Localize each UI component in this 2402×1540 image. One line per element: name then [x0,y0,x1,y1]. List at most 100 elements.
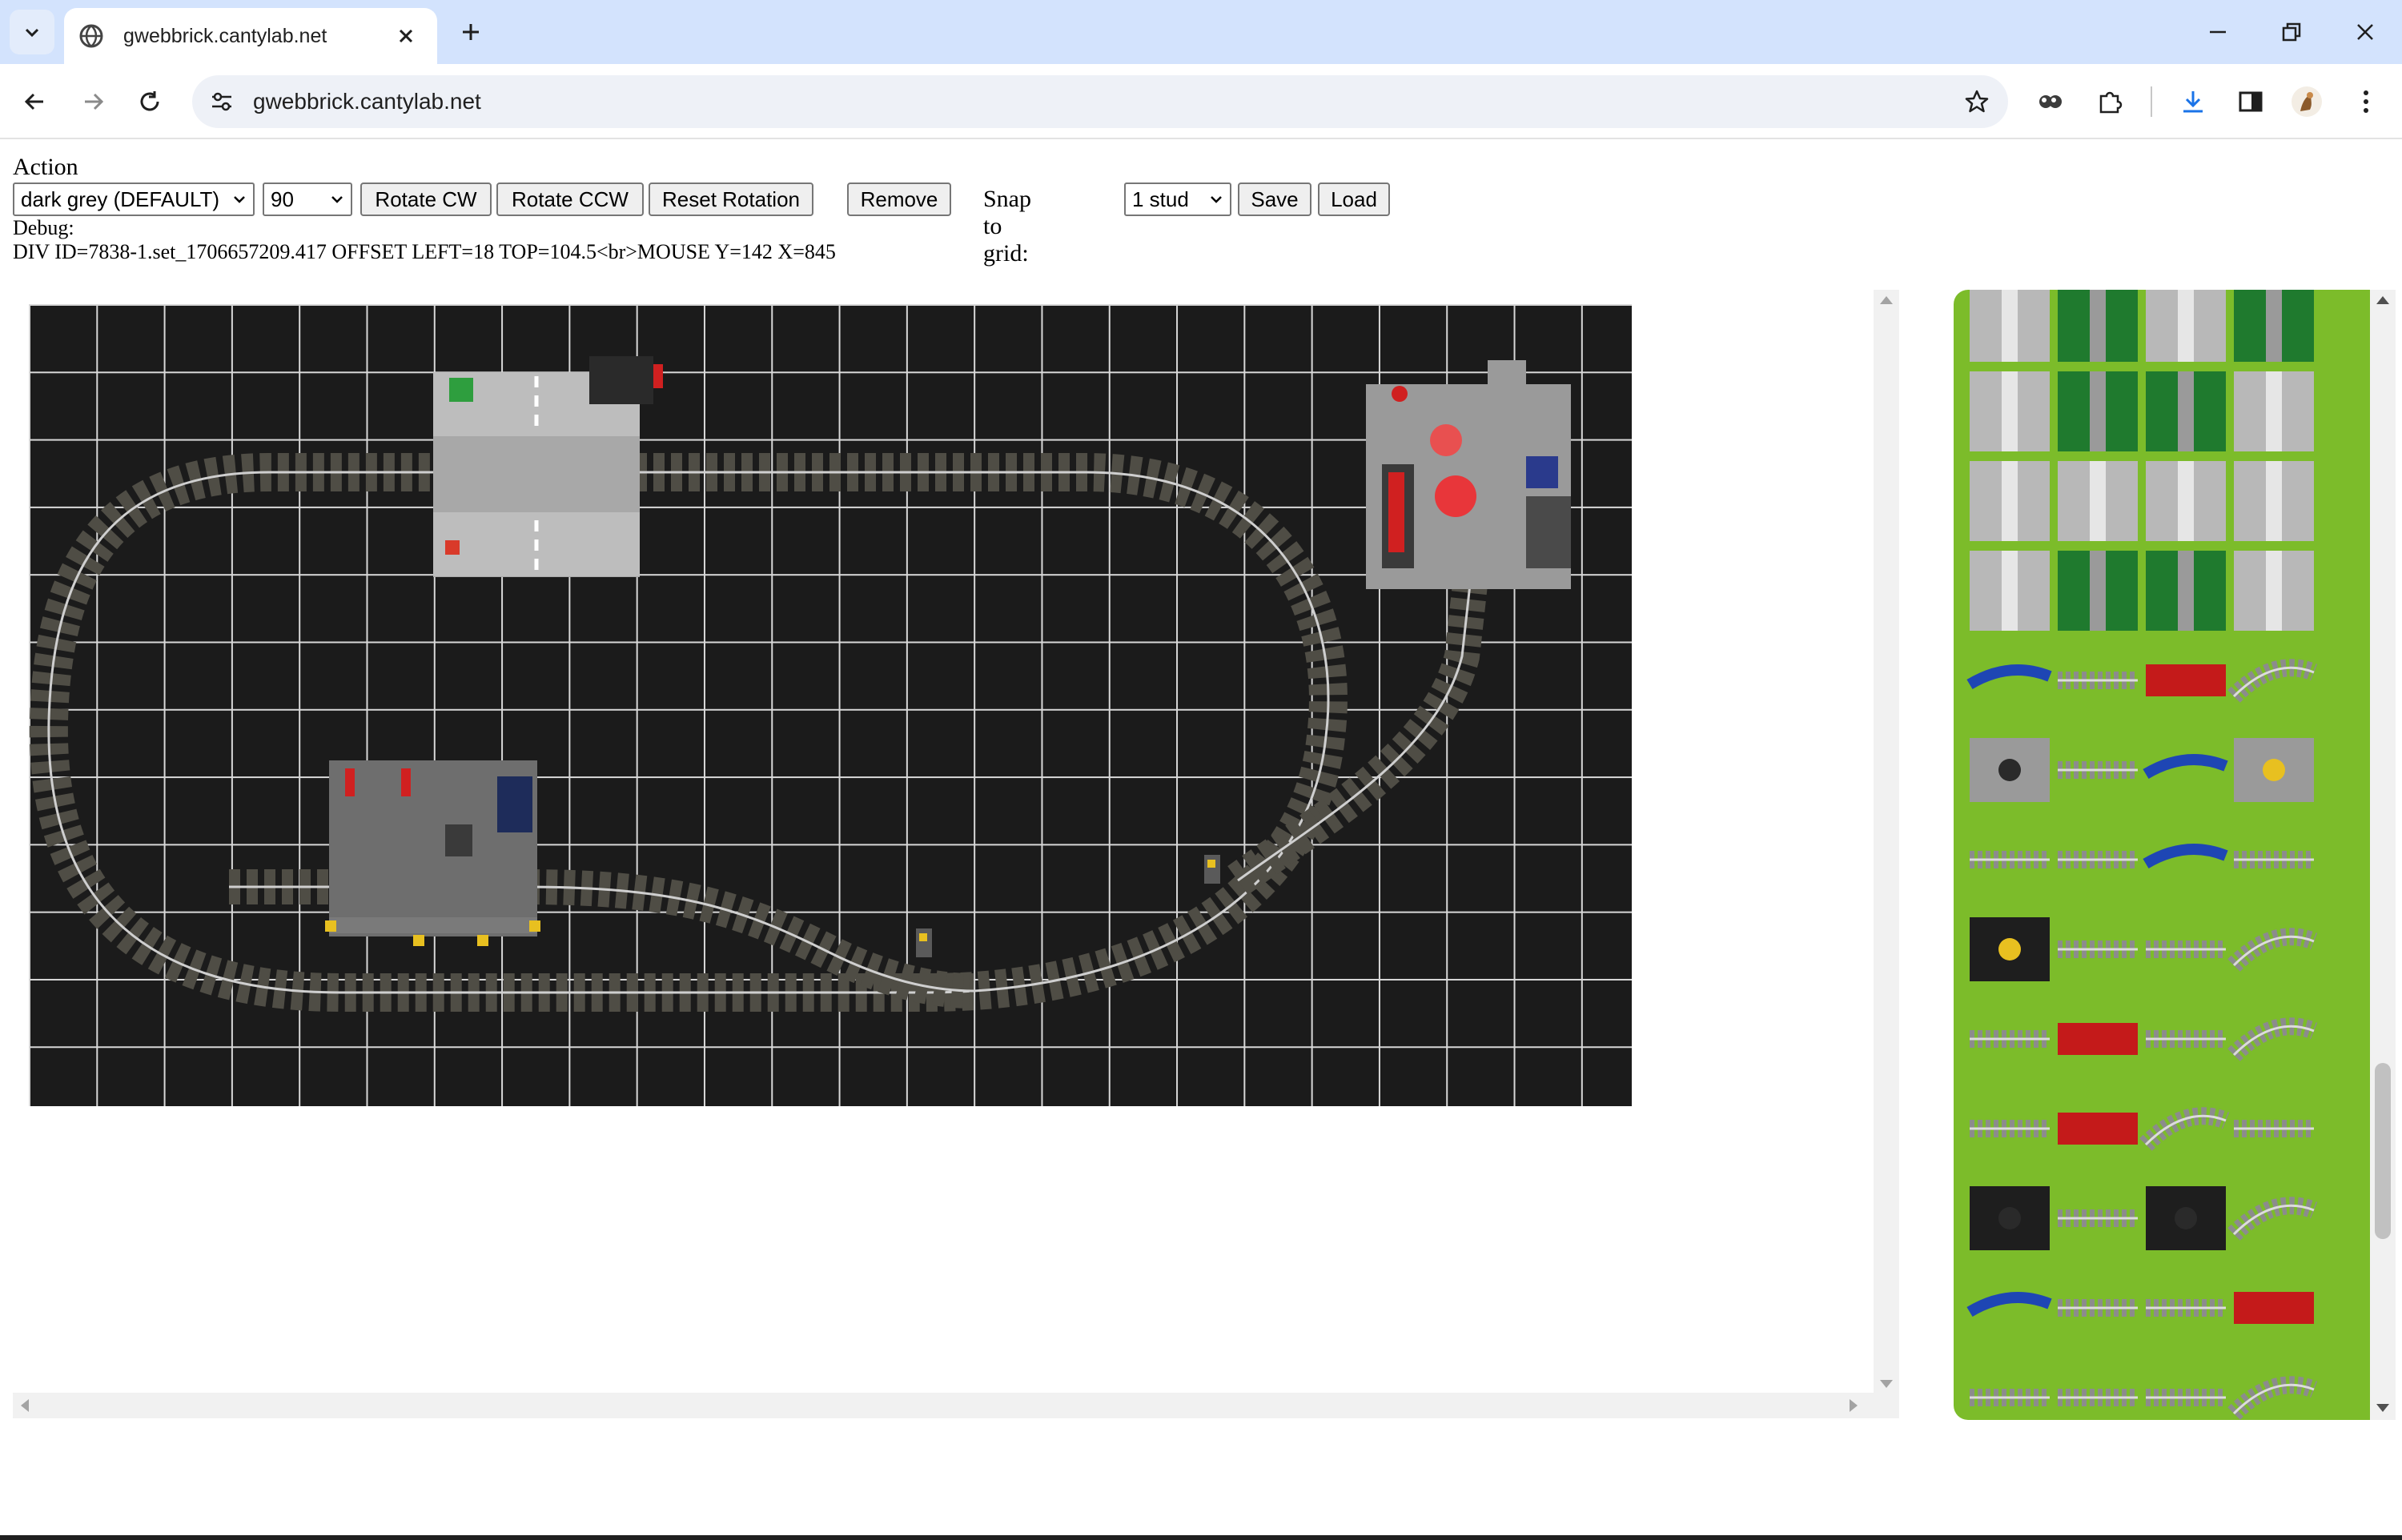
palette-tile-road-plate-green-straight[interactable] [2146,551,2226,631]
chevron-down-icon [1211,196,1222,203]
reload-icon [140,91,159,111]
palette-tile-platform-grey[interactable] [1970,738,2050,802]
debug-text: DIV ID=7838-1.set_1706657209.417 OFFSET … [13,240,836,263]
palette-tile-signal-yellow-plate[interactable] [2234,738,2314,802]
angle-select-value: 90 [271,186,294,211]
extension-button[interactable] [2030,82,2071,122]
palette-tile-road-plate-roundabout[interactable] [2234,371,2314,451]
palette-tile-road-plate-crossing[interactable] [1970,290,2050,362]
palette-tile-track-red-girder[interactable] [2058,1023,2138,1055]
snap-select[interactable]: 1 stud [1124,182,1231,216]
palette-tile-road-plate-green-t[interactable] [2058,290,2138,362]
palette-tile-track-flex[interactable] [2139,1107,2230,1151]
palette-tile-track-black-plate[interactable] [2146,1186,2226,1250]
palette-scroll-thumb[interactable] [2375,1063,2391,1239]
forward-button[interactable] [74,82,114,122]
scroll-left-icon[interactable] [21,1399,29,1412]
close-icon [2357,24,2373,40]
downloads-button[interactable] [2173,82,2213,122]
save-button[interactable]: Save [1238,182,1311,216]
palette-tile-road-plate-green-fork[interactable] [2234,290,2314,362]
tab-bar: gwebbrick.cantylab.net [0,0,2402,64]
restore-button[interactable] [2272,13,2311,51]
extensions-menu-button[interactable] [2090,82,2130,122]
action-label: Action [13,154,78,180]
address-bar[interactable]: gwebbrick.cantylab.net [192,75,2008,128]
scroll-down-icon[interactable] [2376,1404,2389,1412]
palette-tile-road-plate-junction[interactable] [2146,290,2226,362]
palette-tile-road-plate-green-parking[interactable] [2146,371,2226,451]
load-button[interactable]: Load [1318,182,1390,216]
scroll-down-icon[interactable] [1880,1380,1893,1388]
baseplate-grid[interactable] [29,304,1632,1106]
palette-tile-road-plate-numbered[interactable] [2234,551,2314,631]
chevron-down-icon [234,196,245,203]
palette-scrollbar[interactable] [2370,290,2396,1420]
industrial-station[interactable] [1366,360,1571,589]
rotate-cw-button[interactable]: Rotate CW [360,182,492,216]
palette-tile-engine-yellow-circle[interactable] [1970,917,2050,981]
palette-tile-road-plate-green-diagonal[interactable] [2058,551,2138,631]
debug-label: Debug: [13,216,74,239]
close-tab-button[interactable] [391,21,421,51]
url-text[interactable]: gwebbrick.cantylab.net [253,89,481,114]
angle-select[interactable]: 90 [263,182,352,216]
snap-select-value: 1 stud [1132,186,1189,211]
arrow-right-icon [85,93,104,110]
palette-tile-track-blue-cross[interactable] [1966,664,2052,690]
palette-tile-road-plate-curve[interactable] [1970,551,2050,631]
rotate-ccw-button[interactable]: Rotate CCW [496,182,644,216]
palette-tile-track-curve-3[interactable] [2227,1197,2318,1241]
side-panel-button[interactable] [2231,82,2271,122]
branch-track[interactable] [1227,582,1488,895]
site-info-button[interactable] [207,86,237,117]
palette-tile-track-curve-2[interactable] [2227,1017,2318,1061]
palette-tile-track-blue-straight[interactable] [1966,1292,2052,1317]
scroll-right-icon[interactable] [1850,1399,1858,1412]
palette-tile-track-red-bridge[interactable] [2146,664,2226,696]
restore-icon [2282,22,2301,42]
palette-tile-road-plate-straight-grey[interactable] [2234,461,2314,541]
color-select[interactable]: dark grey (DEFAULT) [13,182,255,216]
minimize-icon [2210,30,2226,34]
extension-blob-icon [2039,95,2062,108]
reload-button[interactable] [130,82,170,122]
palette-tile-road-plate-ramp[interactable] [2058,461,2138,541]
minimize-button[interactable] [2199,13,2237,51]
palette-tile-road-plate-green-split[interactable] [2058,371,2138,451]
train-station[interactable] [325,760,540,946]
close-window-button[interactable] [2346,13,2384,51]
palette-tile-track-curve-grey[interactable] [2227,659,2318,703]
palette-tile-road-plate-straight[interactable] [1970,371,2050,451]
palette-tile-signal-black-white[interactable] [1970,1186,2050,1250]
palette-tile-track-blue-curve[interactable] [2143,754,2228,780]
remove-button[interactable]: Remove [847,182,951,216]
road-crossing-plate[interactable] [433,356,663,577]
new-tab-button[interactable] [453,14,488,50]
tab-search-button[interactable] [10,10,54,54]
signal-post-2[interactable] [1204,855,1220,884]
workspace-horizontal-scrollbar[interactable] [13,1393,1899,1418]
palette-tile-track-arc[interactable] [2227,1376,2318,1420]
profile-button[interactable] [2287,82,2327,122]
scroll-up-icon[interactable] [1880,296,1893,304]
palette-tile-road-plate-lane[interactable] [1970,461,2050,541]
parts-palette[interactable] [1954,290,2370,1420]
palette-tile-track-blue-red-crossing[interactable] [2234,1292,2314,1324]
palette-tile-signal-red-green[interactable] [2058,1113,2138,1145]
signal-post-1[interactable] [916,928,932,957]
active-tab[interactable]: gwebbrick.cantylab.net [64,8,437,64]
globe-icon [79,24,103,48]
palette-tile-track-curve[interactable] [2227,928,2318,972]
palette-tile-track-blue-curve-2[interactable] [2143,844,2228,869]
bookmark-button[interactable] [1960,85,1994,118]
browser-menu-button[interactable] [2346,82,2386,122]
workspace-vertical-scrollbar[interactable] [1874,290,1899,1396]
reset-rotation-button[interactable]: Reset Rotation [649,182,813,216]
layout-workspace[interactable] [13,290,1899,1375]
back-button[interactable] [14,82,54,122]
tab-title: gwebbrick.cantylab.net [123,24,327,47]
avatar-icon [2292,86,2322,117]
scroll-up-icon[interactable] [2376,296,2389,304]
palette-tile-road-plate-short[interactable] [2146,461,2226,541]
